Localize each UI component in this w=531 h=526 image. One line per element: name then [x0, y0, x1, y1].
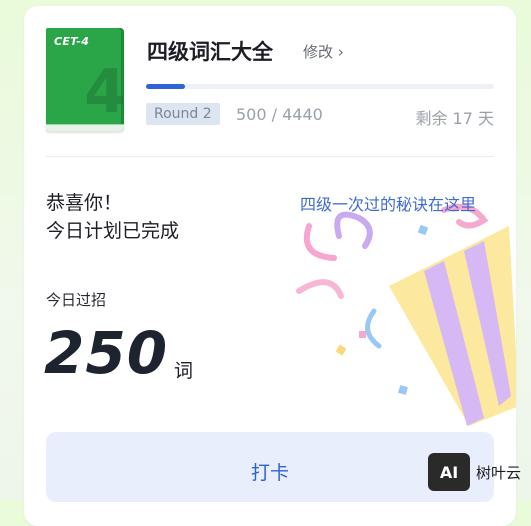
party-popper-illustration	[296, 203, 516, 426]
book-cover-title: CET-4	[54, 35, 90, 48]
book-name: 四级词汇大全	[147, 40, 273, 64]
book-page-edge	[46, 124, 124, 131]
today-label: 今日过招	[46, 291, 107, 309]
progress-count: 500 / 4440	[236, 105, 323, 124]
checkin-button[interactable]: 打卡	[46, 432, 494, 502]
watermark: AI 树叶云	[428, 453, 521, 491]
progress-bar	[146, 84, 494, 89]
divider	[46, 156, 494, 157]
progress-fill	[146, 84, 186, 89]
today-word-count: 250	[44, 319, 169, 387]
congrats-message: 恭喜你！ 今日计划已完成	[46, 189, 179, 245]
word-unit: 词	[174, 360, 194, 382]
congrats-line-2: 今日计划已完成	[46, 220, 180, 242]
congrats-line-1: 恭喜你！	[46, 192, 123, 214]
checkin-label: 打卡	[250, 463, 289, 484]
book-cover-numeral: 4	[84, 57, 124, 127]
wordbook-card: CET-4 4 四级词汇大全 修改 › Round 2 500 / 4440 剩…	[24, 6, 516, 526]
tips-link[interactable]: 四级一次过的秘诀在这里	[300, 191, 476, 215]
edit-book-link[interactable]: 修改 ›	[303, 41, 344, 62]
book-cover[interactable]: CET-4 4	[46, 28, 124, 131]
round-badge: Round 2	[146, 103, 220, 125]
remaining-days: 剩余 17 天	[415, 109, 494, 128]
watermark-logo-icon: AI	[428, 453, 470, 491]
watermark-brand: 树叶云	[476, 463, 522, 482]
